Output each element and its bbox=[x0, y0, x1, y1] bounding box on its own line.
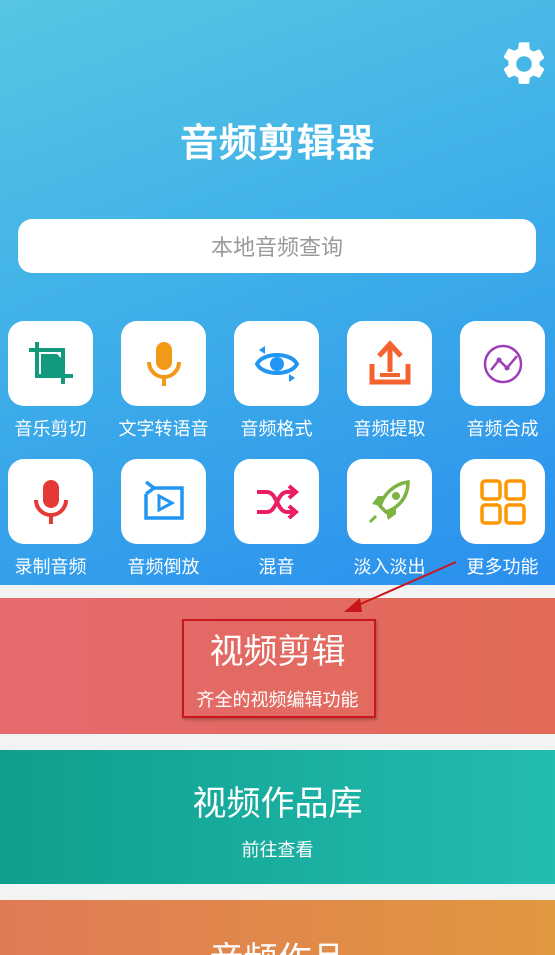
card-subtitle: 前往查看 bbox=[241, 840, 314, 861]
tool-label: 混音 bbox=[258, 557, 295, 578]
tool-label: 音频格式 bbox=[240, 419, 313, 440]
tool-more[interactable]: 更多功能 bbox=[452, 459, 555, 589]
crop-icon bbox=[28, 341, 73, 384]
tool-text-to-speech[interactable]: 文字转语音 bbox=[113, 321, 226, 451]
search-input[interactable]: 本地音频查询 bbox=[18, 219, 536, 273]
settings-gear-icon[interactable] bbox=[498, 38, 550, 90]
tool-label: 音频合成 bbox=[466, 419, 539, 440]
card-title: 音频作品 bbox=[0, 932, 555, 955]
tool-label: 淡入淡出 bbox=[353, 557, 426, 578]
shuffle-icon bbox=[256, 483, 299, 520]
tool-fade[interactable]: 淡入淡出 bbox=[339, 459, 452, 589]
video-library-card[interactable]: 视频作品库 前往查看 bbox=[0, 750, 555, 884]
tool-music-cut[interactable]: 音乐剪切 bbox=[0, 321, 113, 451]
tool-audio-reverse[interactable]: 音频倒放 bbox=[113, 459, 226, 589]
tool-label: 录制音频 bbox=[14, 557, 87, 578]
app-title: 音频剪辑器 bbox=[179, 121, 375, 165]
tool-label: 音频提取 bbox=[353, 419, 426, 440]
eye-rotate-icon bbox=[254, 345, 299, 382]
tool-label: 音频倒放 bbox=[127, 557, 200, 578]
tool-record-audio[interactable]: 录制音频 bbox=[0, 459, 113, 589]
rocket-icon bbox=[368, 479, 410, 523]
grid-icon bbox=[479, 478, 526, 525]
reverse-play-icon bbox=[143, 480, 184, 520]
tool-label: 文字转语音 bbox=[118, 419, 209, 440]
microphone-icon bbox=[146, 341, 181, 386]
search-placeholder: 本地音频查询 bbox=[210, 236, 343, 261]
header-banner: 音频剪辑器 本地音频查询 音乐剪切 文字转语音 音频格式 音频提取 音频合成 录… bbox=[0, 0, 555, 585]
card-title: 视频作品库 bbox=[192, 784, 363, 824]
chart-circle-icon bbox=[483, 344, 522, 383]
card-title: 视频剪辑 bbox=[209, 632, 346, 672]
tool-mix[interactable]: 混音 bbox=[226, 459, 339, 589]
card-subtitle: 齐全的视频编辑功能 bbox=[196, 690, 359, 711]
tool-label: 音乐剪切 bbox=[14, 419, 87, 440]
share-upload-icon bbox=[369, 339, 410, 384]
audio-works-card[interactable]: 音频作品 bbox=[0, 900, 555, 955]
tool-audio-extract[interactable]: 音频提取 bbox=[339, 321, 452, 451]
tool-audio-format[interactable]: 音频格式 bbox=[226, 321, 339, 451]
record-mic-icon bbox=[33, 479, 68, 524]
video-edit-card[interactable]: 视频剪辑 齐全的视频编辑功能 bbox=[0, 598, 555, 734]
tool-audio-merge[interactable]: 音频合成 bbox=[452, 321, 555, 451]
tool-label: 更多功能 bbox=[466, 557, 539, 578]
